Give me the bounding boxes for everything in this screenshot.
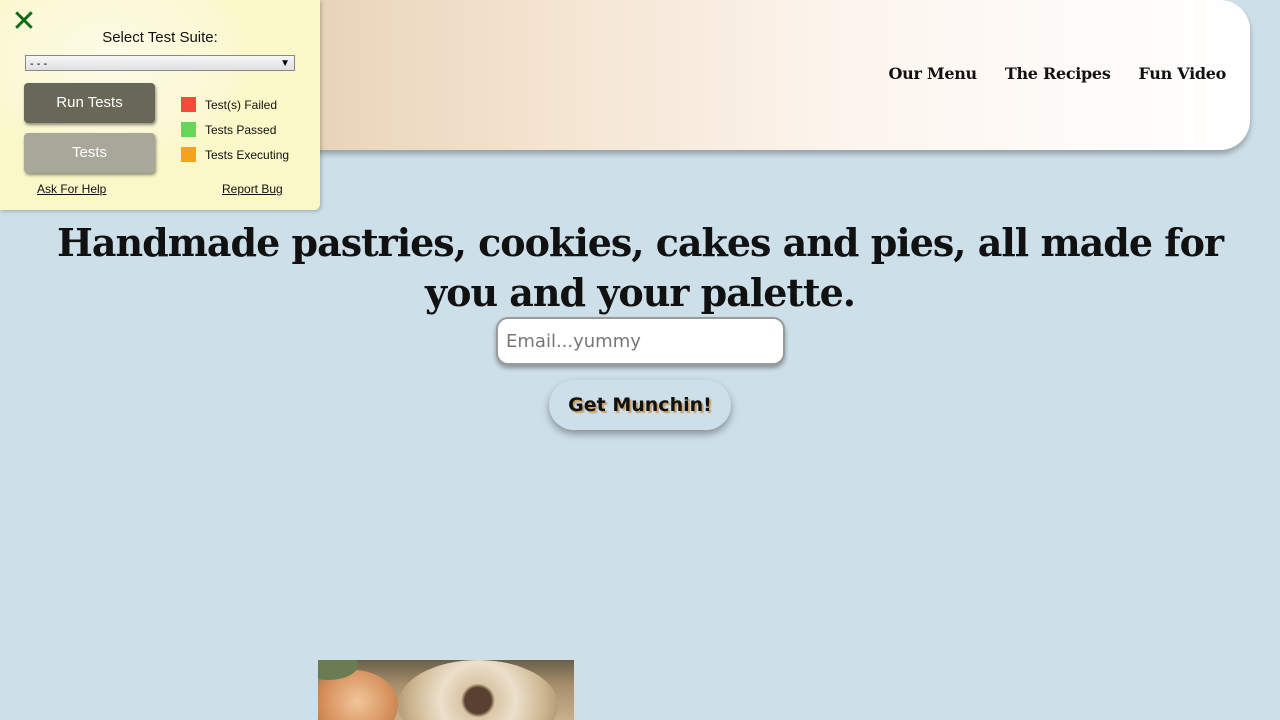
legend-item-passed: Tests Passed <box>181 117 289 142</box>
bundt-cake-shape <box>398 660 558 720</box>
passed-swatch-icon <box>181 122 196 137</box>
email-input[interactable] <box>496 317 785 365</box>
get-munchin-button[interactable]: Get Munchin! <box>549 380 731 430</box>
legend-label-passed: Tests Passed <box>205 122 277 137</box>
main-nav: Our Menu The Recipes Fun Video <box>889 64 1227 83</box>
nav-the-recipes[interactable]: The Recipes <box>1005 64 1111 83</box>
legend-label-failed: Test(s) Failed <box>205 97 278 112</box>
test-suite-label: Select Test Suite: <box>102 29 218 46</box>
tests-button[interactable]: Tests <box>24 133 155 173</box>
ask-for-help-link[interactable]: Ask For Help <box>37 182 106 196</box>
legend-label-executing: Tests Executing <box>205 147 290 162</box>
nav-our-menu[interactable]: Our Menu <box>889 64 978 83</box>
nav-fun-video[interactable]: Fun Video <box>1139 64 1227 83</box>
test-suite-select[interactable]: - - - ▼ <box>25 55 295 71</box>
failed-swatch-icon <box>181 97 196 112</box>
legend-item-failed: Test(s) Failed <box>181 92 289 117</box>
executing-swatch-icon <box>181 147 196 162</box>
test-status-legend: Test(s) Failed Tests Passed Tests Execut… <box>181 92 289 167</box>
run-tests-button[interactable]: Run Tests <box>24 83 155 123</box>
test-suite-select-value: - - - <box>30 58 48 70</box>
legend-item-executing: Tests Executing <box>181 142 289 167</box>
dropdown-arrow-icon: ▼ <box>280 58 290 69</box>
hero-title: Handmade pastries, cookies, cakes and pi… <box>57 220 1224 315</box>
test-suite-panel: ✕ Select Test Suite: - - - ▼ Run Tests T… <box>0 0 320 210</box>
pastry-image <box>318 660 574 720</box>
report-bug-link[interactable]: Report Bug <box>222 182 283 196</box>
